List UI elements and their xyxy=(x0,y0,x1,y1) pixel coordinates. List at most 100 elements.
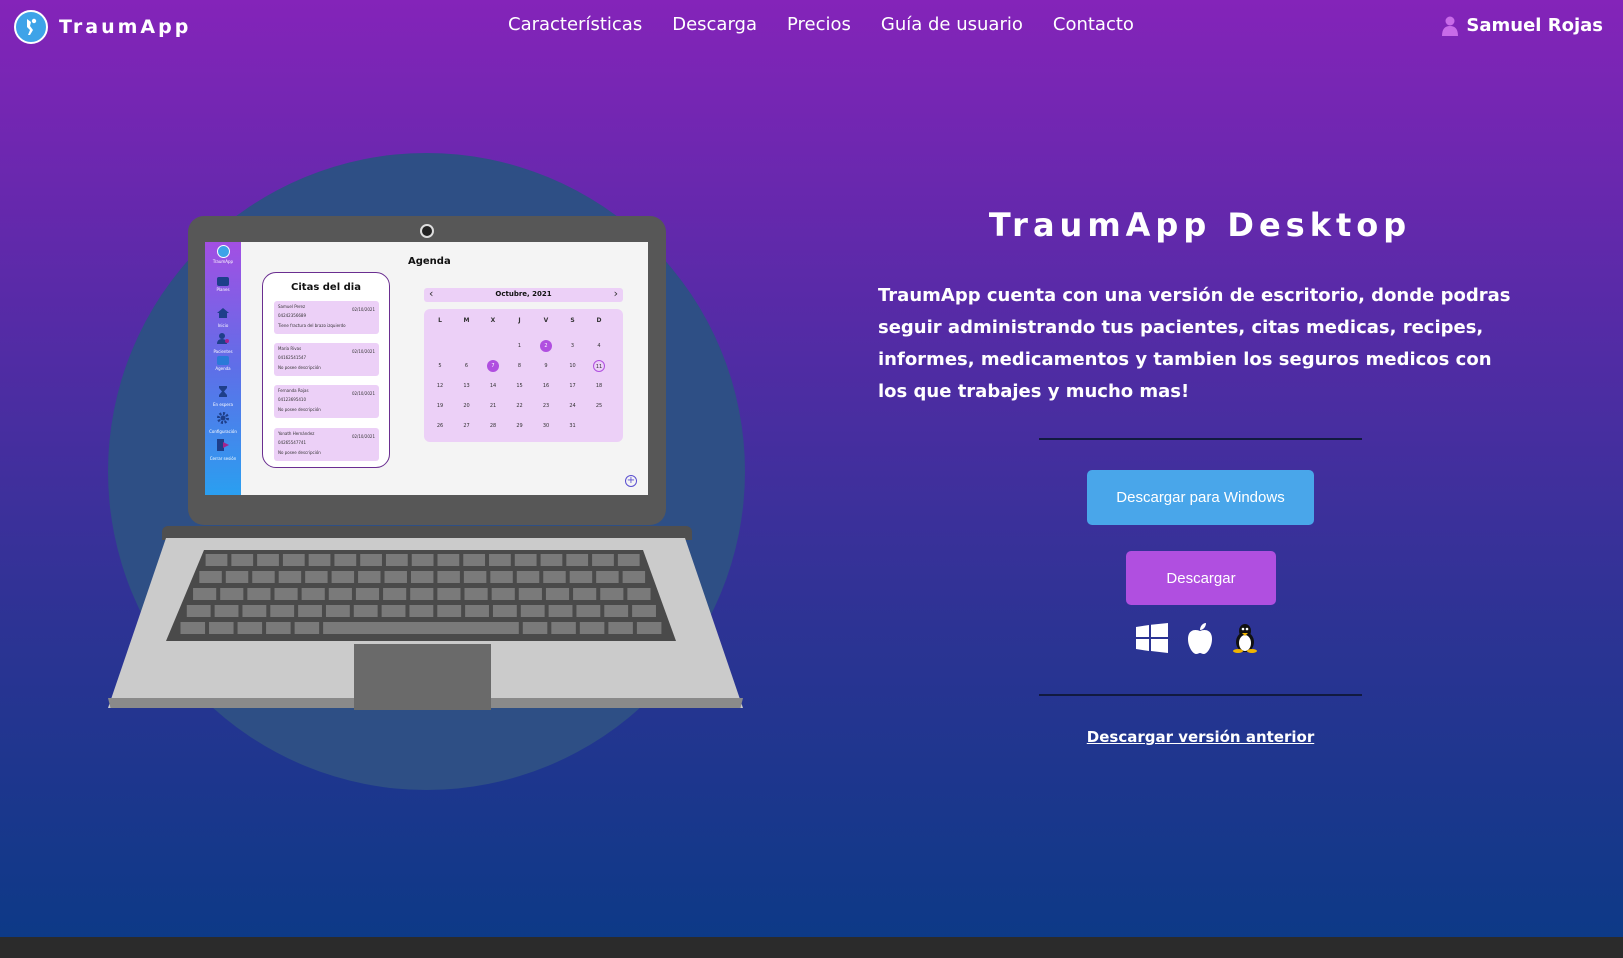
keyboard-key xyxy=(617,554,640,566)
calendar-day: 30 xyxy=(542,423,550,429)
chevron-right-icon: › xyxy=(613,287,618,300)
keyboard-key xyxy=(381,605,406,617)
keyboard-key xyxy=(409,605,434,617)
logout-icon xyxy=(217,439,229,451)
mockup-sidebar-label: Cerrar sesión xyxy=(209,456,237,461)
divider-bottom xyxy=(1039,694,1362,696)
keyboard-key xyxy=(569,571,593,583)
calendar-day: 15 xyxy=(516,383,523,389)
nav-caracteristicas[interactable]: Características xyxy=(508,14,642,35)
traumapp-logo-icon xyxy=(216,245,230,258)
app-screen-mockup: TraumApp Planes Inicio Pacientes Agenda xyxy=(205,242,648,495)
mockup-sidebar-label: TraumApp xyxy=(212,259,234,264)
calendar-day: 4 xyxy=(597,343,601,349)
calendar-day: 8 xyxy=(517,363,522,369)
keyboard-key xyxy=(576,605,601,617)
keyboard-key xyxy=(464,588,488,600)
keyboard-key xyxy=(242,605,267,617)
calendar-day: 13 xyxy=(463,383,470,389)
calendar-weekday: X xyxy=(490,317,496,324)
keyboard-key xyxy=(520,605,545,617)
nav-descarga[interactable]: Descarga xyxy=(672,14,757,35)
patients-icon xyxy=(217,333,229,344)
keyboard-key xyxy=(305,571,328,583)
keyboard-key xyxy=(622,571,646,583)
keyboard-key xyxy=(278,571,302,583)
calendar-day: 24 xyxy=(569,403,576,409)
keyboard-key xyxy=(225,571,249,583)
keyboard-key xyxy=(214,605,239,617)
hourglass-icon xyxy=(219,386,227,397)
keyboard-key xyxy=(627,588,651,600)
mockup-sidebar-item: Configuración xyxy=(205,409,241,434)
calendar-day: 6 xyxy=(464,363,469,369)
keyboard-key xyxy=(437,554,460,566)
mockup-citas-panel: Citas del dia Samuel Perez 04242356689 0… xyxy=(262,272,390,468)
calendar-day: 17 xyxy=(569,383,576,389)
keyboard-key xyxy=(437,588,461,600)
keyboard-key xyxy=(252,571,275,583)
mockup-sidebar-label: Inicio xyxy=(217,323,229,328)
keyboard-key xyxy=(355,588,380,600)
home-icon xyxy=(217,308,229,318)
mockup-sidebar-label: Agenda xyxy=(215,366,231,371)
keyboard-key xyxy=(411,554,434,566)
nav-contacto[interactable]: Contacto xyxy=(1053,14,1134,35)
cita-name: Yonath Hernández xyxy=(278,431,315,436)
download-button[interactable]: Descargar xyxy=(1126,551,1276,605)
keyboard-key xyxy=(491,588,515,600)
calendar-day: 31 xyxy=(569,423,576,429)
keyboard-key xyxy=(186,605,211,617)
keyboard-key xyxy=(543,571,566,583)
keyboard-spacebar xyxy=(323,622,519,634)
mockup-calendar-header: ‹ Octubre, 2021 › xyxy=(424,287,623,302)
mockup-cita-card: María Rivas 04162541547 02/10/2021 No po… xyxy=(274,343,379,376)
cita-desc: No posee descripción xyxy=(278,407,321,412)
webcam-icon xyxy=(420,224,434,238)
keyboard-key xyxy=(410,588,434,600)
calendar-day: 7 xyxy=(487,360,499,372)
windows-icon xyxy=(1136,623,1168,653)
keyboard-key xyxy=(282,554,305,566)
calendar-day: 18 xyxy=(595,383,603,389)
mockup-sidebar-item: Planes xyxy=(205,277,241,292)
nav-guia-usuario[interactable]: Guía de usuario xyxy=(881,14,1023,35)
calendar-day: 25 xyxy=(595,403,603,409)
keyboard-key xyxy=(220,588,244,600)
mockup-sidebar-item: TraumApp xyxy=(205,245,241,264)
calendar-day: 5 xyxy=(438,363,442,369)
keyboard-key xyxy=(492,605,517,617)
calendar-day: 1 xyxy=(517,343,522,349)
brand[interactable]: TraumApp xyxy=(14,10,191,44)
os-icons xyxy=(1136,622,1258,654)
linux-icon xyxy=(1233,624,1257,653)
laptop-lid: TraumApp Planes Inicio Pacientes Agenda xyxy=(188,216,666,525)
keyboard-key xyxy=(325,605,350,617)
cita-phone: 04162541547 xyxy=(278,355,306,360)
keyboard-key xyxy=(384,571,407,583)
mockup-cita-card: Samuel Perez 04242356689 02/10/2021 Tien… xyxy=(274,301,379,334)
download-previous-version-link[interactable]: Descargar versión anterior xyxy=(1039,728,1362,746)
cita-date: 02/10/2021 xyxy=(351,307,375,312)
keyboard-key xyxy=(383,588,407,600)
download-windows-button[interactable]: Descargar para Windows xyxy=(1087,470,1314,525)
cita-phone: 04265547741 xyxy=(278,440,306,445)
laptop-trackpad xyxy=(354,644,491,710)
calendar-day: 19 xyxy=(436,403,444,409)
keyboard-key xyxy=(360,554,382,566)
calendar-weekday: V xyxy=(543,317,549,324)
user-name: Samuel Rojas xyxy=(1466,15,1603,36)
user-menu[interactable]: Samuel Rojas xyxy=(1442,15,1603,36)
hero-title: TraumApp Desktop xyxy=(988,206,1412,244)
nav-precios[interactable]: Precios xyxy=(787,14,851,35)
mockup-screen-title: Agenda xyxy=(408,256,451,267)
cita-desc: No posee descripción xyxy=(278,450,321,455)
cita-desc: Tiene fractura del brazo izquierdo xyxy=(278,323,346,328)
keyboard-key xyxy=(579,622,605,634)
calendar-icon xyxy=(217,356,229,365)
top-navbar: TraumApp Características Descarga Precio… xyxy=(0,0,1623,56)
keyboard-key xyxy=(266,622,291,634)
main-menu: Características Descarga Precios Guía de… xyxy=(508,14,1134,35)
gear-icon xyxy=(217,412,229,424)
keyboard-key xyxy=(566,554,589,566)
